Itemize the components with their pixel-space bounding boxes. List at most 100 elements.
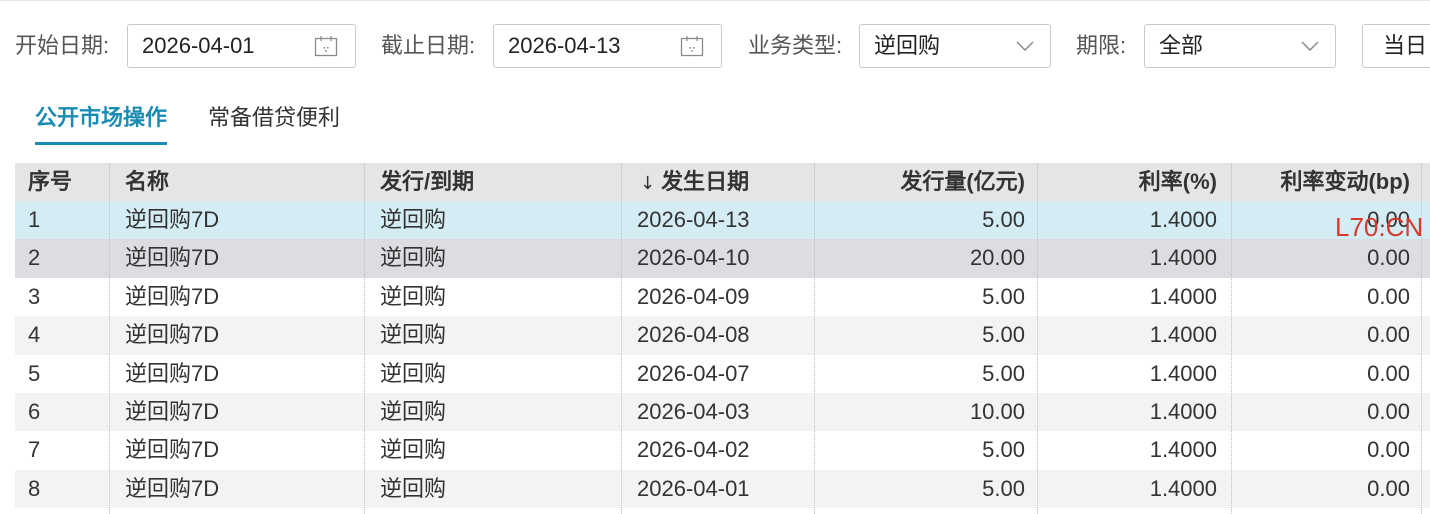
- cell-amount: 5.00: [982, 475, 1025, 501]
- table-row[interactable]: 4 逆回购7D 逆回购 2026-04-08 5.00 1.4000 0.00: [15, 316, 1430, 355]
- cell-date: 2026-04-07: [637, 360, 750, 386]
- cell-amount: 5.00: [982, 360, 1025, 386]
- table-row[interactable]: 3 逆回购7D 逆回购 2026-04-09 5.00 1.4000 0.00: [15, 277, 1430, 317]
- cell-index: 4: [28, 322, 41, 348]
- cell-rate: 1.4000: [1149, 322, 1217, 348]
- cell-amount: 10.00: [969, 398, 1025, 424]
- cell-type: 逆回购: [380, 360, 447, 386]
- column-header-rate[interactable]: 利率(%): [1038, 163, 1232, 201]
- end-date-picker[interactable]: [493, 24, 722, 68]
- column-header-extra: [1422, 163, 1430, 201]
- end-date-label: 截止日期:: [381, 33, 476, 58]
- cell-index: 7: [28, 437, 41, 463]
- cell-index: 1: [28, 207, 41, 232]
- cell-name: 逆回购7D: [125, 360, 220, 386]
- cell-rate: 1.4000: [1149, 360, 1217, 386]
- column-header-rate-change[interactable]: 利率变动(bp): [1232, 163, 1422, 201]
- cell-index: 6: [28, 398, 41, 424]
- today-button[interactable]: 当日: [1362, 24, 1430, 68]
- chevron-down-icon: [1301, 41, 1319, 52]
- cell-type: 逆回购: [380, 207, 447, 232]
- cell-amount: 5.00: [982, 283, 1025, 309]
- cell-type: 逆回购: [380, 322, 447, 348]
- column-header-date[interactable]: ↓ 发生日期: [622, 163, 815, 201]
- column-header-type[interactable]: 发行/到期: [365, 163, 622, 201]
- column-divider: [1231, 163, 1232, 514]
- column-header-index[interactable]: 序号: [15, 163, 110, 201]
- cell-rate: 1.4000: [1149, 437, 1217, 463]
- cell-rate-change: 0.00: [1367, 245, 1410, 271]
- operations-table: 序号 名称 发行/到期 ↓ 发生日期 发行量(亿元) 利率(%) 利率变动(bp)…: [15, 163, 1430, 514]
- table-row[interactable]: 2 逆回购7D 逆回购 2026-04-10 20.00 1.4000 0.00: [15, 239, 1430, 278]
- cell-name: 逆回购7D: [125, 207, 220, 232]
- cell-rate-change: 0.00: [1367, 283, 1410, 309]
- cell-type: 逆回购: [380, 475, 447, 501]
- business-type-label: 业务类型:: [748, 33, 843, 58]
- tab-open-market-operations[interactable]: 公开市场操作: [35, 104, 168, 145]
- business-type-value: 逆回购: [874, 33, 941, 58]
- cell-rate-change: 0.00: [1367, 207, 1410, 232]
- tab-standing-lending-facility[interactable]: 常备借贷便利: [208, 104, 340, 145]
- cell-extra: [1422, 278, 1430, 316]
- cell-amount: 5.00: [982, 437, 1025, 463]
- cell-extra: [1422, 355, 1430, 393]
- cell-rate: 1.4000: [1149, 245, 1217, 271]
- cell-rate-change: 0.00: [1367, 437, 1410, 463]
- chevron-down-icon: [1016, 41, 1034, 52]
- table-row-partial: [15, 508, 1430, 514]
- start-date-input[interactable]: [142, 25, 302, 67]
- cell-amount: 5.00: [982, 322, 1025, 348]
- column-header-date-label: 发生日期: [661, 169, 750, 194]
- cell-index: 5: [28, 360, 41, 386]
- start-date-picker[interactable]: [127, 24, 356, 68]
- calendar-icon[interactable]: [680, 35, 704, 57]
- term-label: 期限:: [1076, 33, 1127, 58]
- cell-date: 2026-04-08: [637, 322, 750, 348]
- column-divider: [621, 163, 622, 514]
- cell-name: 逆回购7D: [125, 437, 220, 463]
- cell-rate: 1.4000: [1149, 398, 1217, 424]
- column-header-name[interactable]: 名称: [110, 163, 365, 201]
- column-divider: [109, 163, 110, 514]
- table-row[interactable]: 7 逆回购7D 逆回购 2026-04-02 5.00 1.4000 0.00: [15, 431, 1430, 470]
- table-row[interactable]: 6 逆回购7D 逆回购 2026-04-03 10.00 1.4000 0.00: [15, 392, 1430, 432]
- cell-amount: 20.00: [969, 245, 1025, 271]
- cell-name: 逆回购7D: [125, 398, 220, 424]
- arrow-down-icon: ↓: [640, 173, 656, 194]
- end-date-input[interactable]: [508, 25, 668, 67]
- cell-date: 2026-04-13: [637, 207, 750, 232]
- cell-extra: [1422, 393, 1430, 431]
- cell-rate-change: 0.00: [1367, 398, 1410, 424]
- tab-bar: 公开市场操作 常备借贷便利: [35, 104, 355, 145]
- column-divider: [1421, 163, 1422, 514]
- table-row[interactable]: 5 逆回购7D 逆回购 2026-04-07 5.00 1.4000 0.00: [15, 354, 1430, 393]
- column-divider: [364, 163, 365, 514]
- cell-name: 逆回购7D: [125, 283, 220, 309]
- calendar-icon[interactable]: [314, 35, 338, 57]
- table-row[interactable]: 8 逆回购7D 逆回购 2026-04-01 5.00 1.4000 0.00: [15, 469, 1430, 509]
- cell-date: 2026-04-01: [637, 475, 750, 501]
- business-type-select[interactable]: 逆回购: [859, 24, 1051, 68]
- term-select[interactable]: 全部: [1144, 24, 1336, 68]
- cell-date: 2026-04-02: [637, 437, 750, 463]
- column-divider: [814, 163, 815, 514]
- cell-name: 逆回购7D: [125, 245, 220, 271]
- column-divider: [1037, 163, 1038, 514]
- cell-extra: [1422, 316, 1430, 354]
- cell-rate-change: 0.00: [1367, 360, 1410, 386]
- column-header-amount[interactable]: 发行量(亿元): [815, 163, 1038, 201]
- cell-amount: 5.00: [982, 207, 1025, 232]
- cell-index: 8: [28, 475, 41, 501]
- cell-rate: 1.4000: [1149, 475, 1217, 501]
- cell-date: 2026-04-10: [637, 245, 750, 271]
- cell-extra: [1422, 470, 1430, 508]
- cell-index: 2: [28, 245, 41, 271]
- cell-type: 逆回购: [380, 398, 447, 424]
- table-row[interactable]: 1 逆回购7D 逆回购 2026-04-13 5.00 1.4000 0.00: [15, 201, 1430, 240]
- cell-type: 逆回购: [380, 245, 447, 271]
- cell-extra: [1422, 201, 1430, 239]
- cell-rate: 1.4000: [1149, 207, 1217, 232]
- cell-index: 3: [28, 283, 41, 309]
- cell-date: 2026-04-09: [637, 283, 750, 309]
- start-date-label: 开始日期:: [15, 33, 110, 58]
